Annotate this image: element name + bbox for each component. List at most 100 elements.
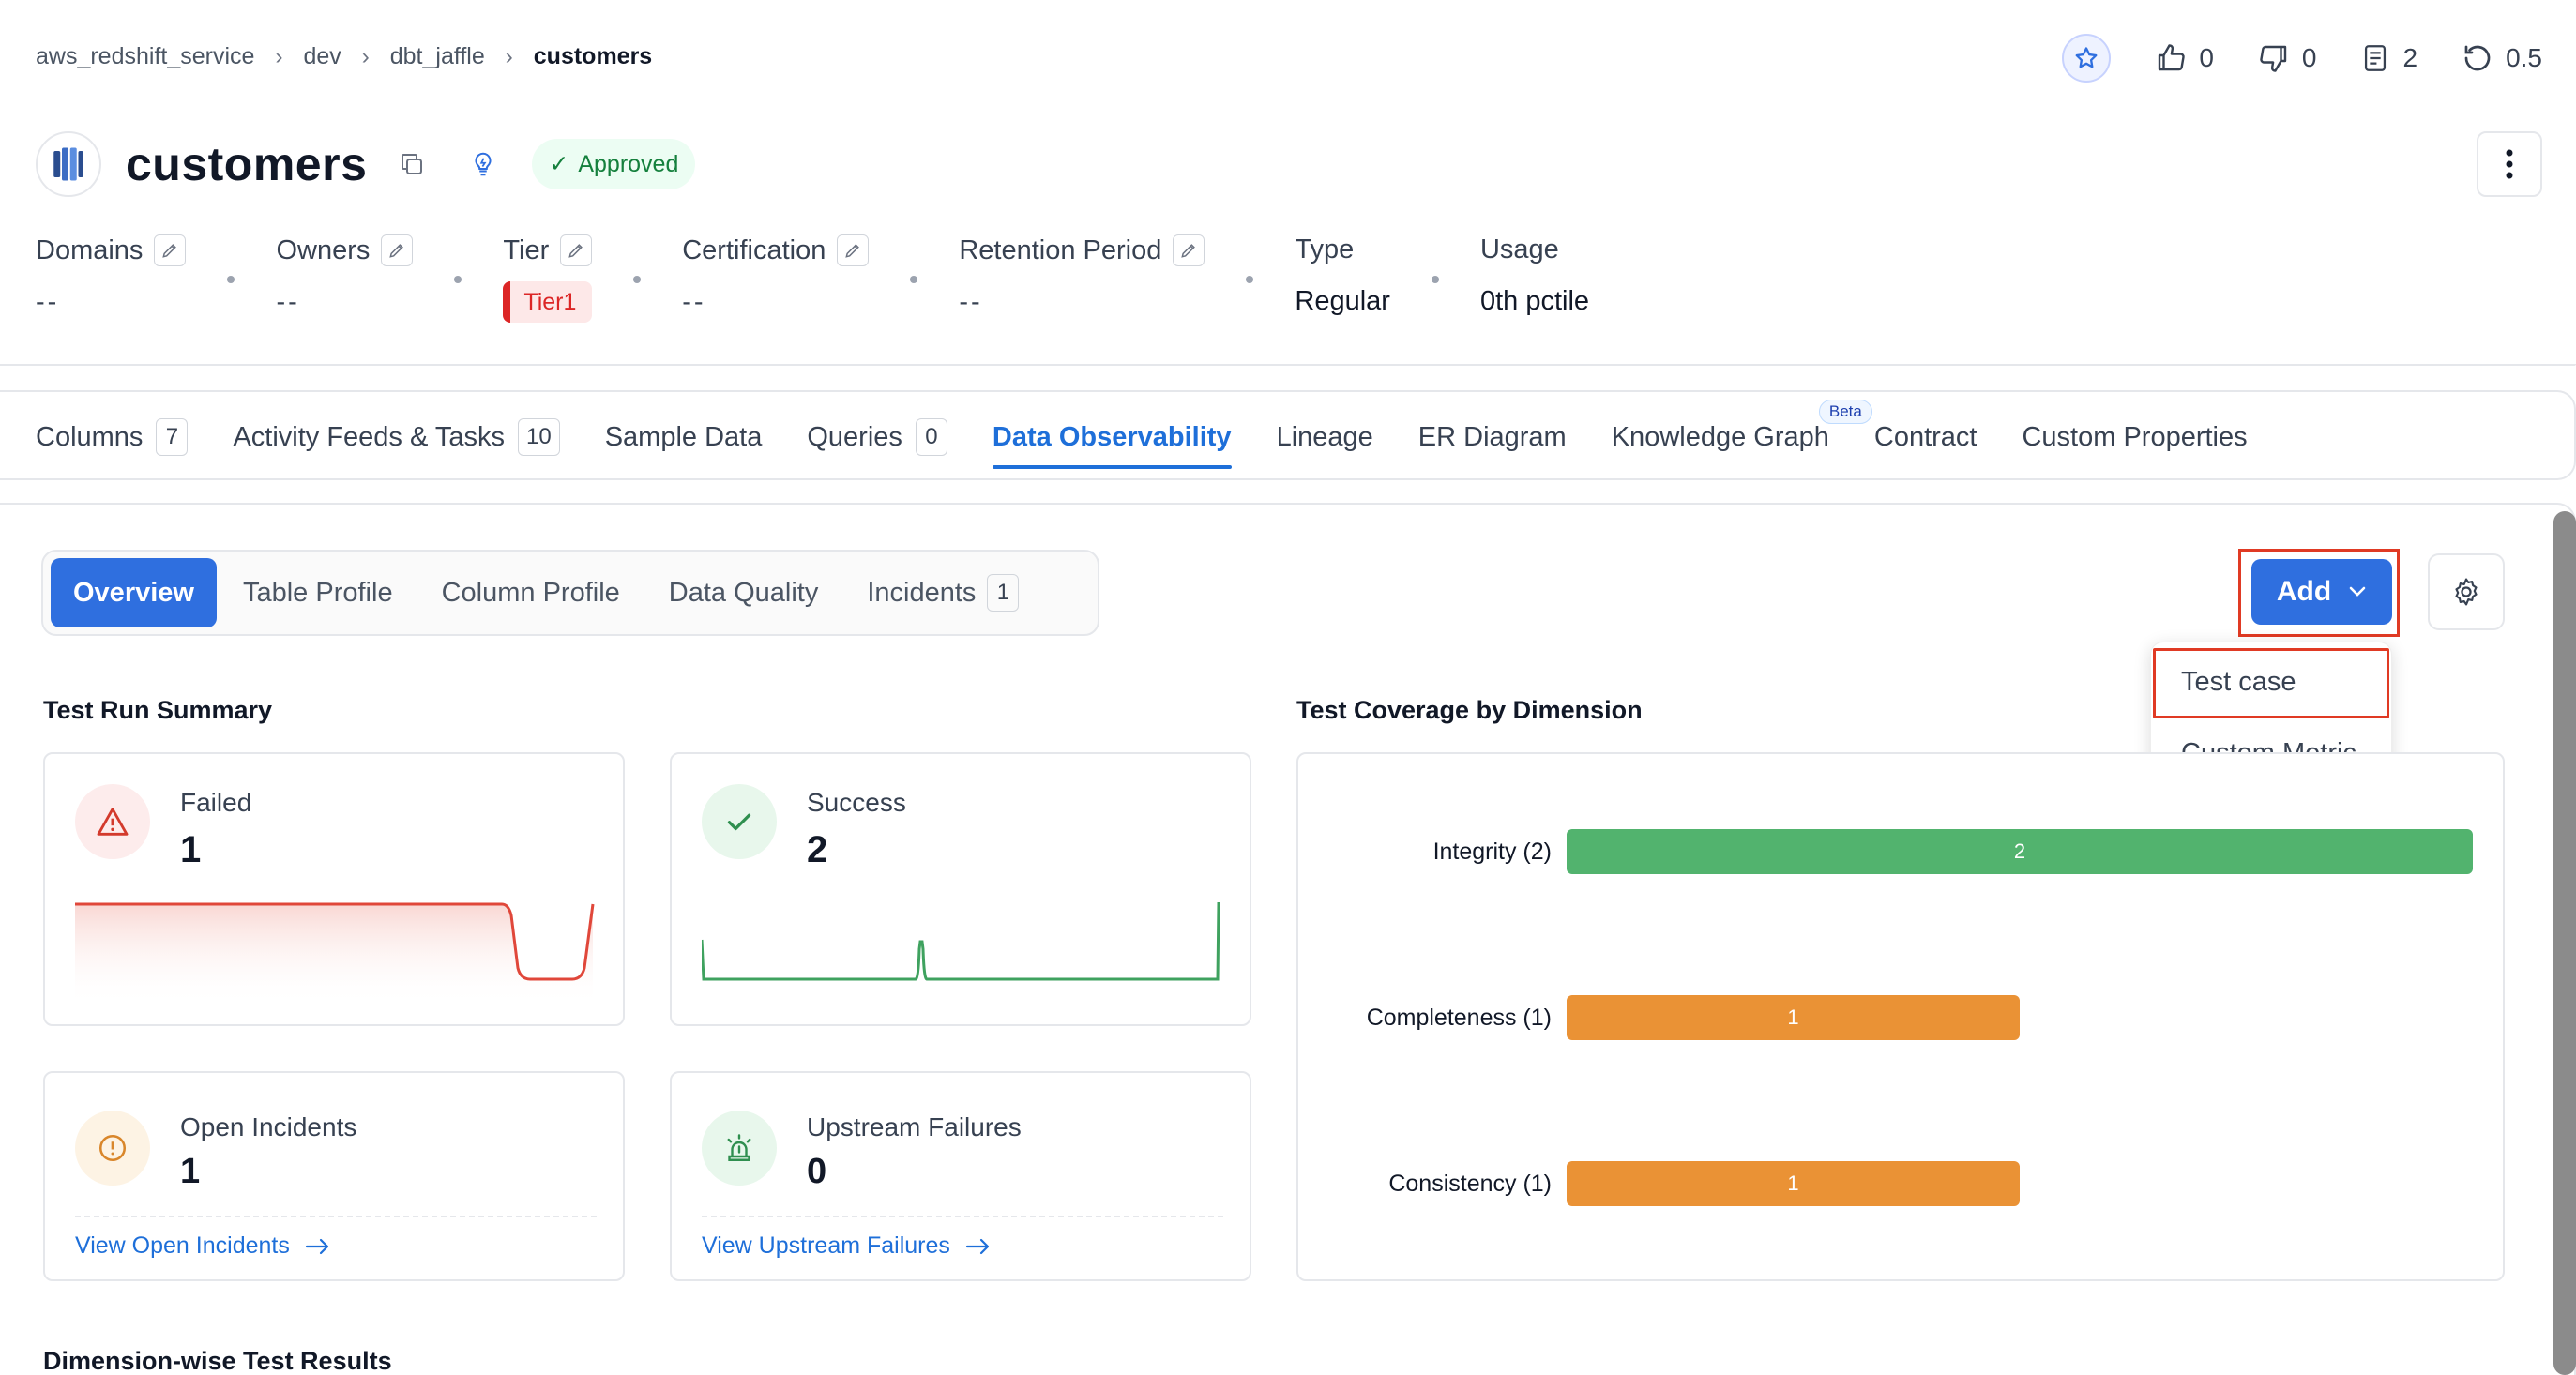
edit-certification-button[interactable] bbox=[837, 234, 870, 266]
view-upstream-failures-link[interactable]: View Upstream Failures bbox=[702, 1232, 992, 1260]
meta-owners: Owners -- bbox=[276, 234, 414, 318]
meta-usage: Usage 0th pctile bbox=[1480, 234, 1589, 317]
breadcrumb-item-service[interactable]: aws_redshift_service bbox=[36, 43, 254, 70]
tab-contract[interactable]: Contract bbox=[1874, 392, 1977, 482]
failed-label: Failed bbox=[180, 788, 252, 817]
pencil-icon bbox=[568, 244, 583, 258]
sub-tab-incidents[interactable]: Incidents 1 bbox=[844, 558, 1041, 627]
version-button[interactable]: 0.5 bbox=[2461, 41, 2542, 75]
tab-sample-data[interactable]: Sample Data bbox=[605, 392, 763, 482]
edit-tier-button[interactable] bbox=[560, 234, 593, 266]
kebab-menu-icon bbox=[2506, 149, 2513, 179]
tab-lineage[interactable]: Lineage bbox=[1277, 392, 1373, 482]
separator-dot bbox=[227, 276, 235, 283]
add-button[interactable]: Add bbox=[2251, 559, 2392, 625]
coverage-bar-value: 1 bbox=[1787, 1171, 1799, 1195]
sub-tab-label: Incidents bbox=[867, 577, 977, 608]
tab-knowledge-graph[interactable]: Knowledge Graph Beta bbox=[1612, 392, 1872, 482]
tab-columns[interactable]: Columns 7 bbox=[36, 392, 189, 482]
view-open-incidents-link[interactable]: View Open Incidents bbox=[75, 1232, 331, 1260]
chevron-down-icon bbox=[2349, 586, 2366, 597]
arrow-right-icon bbox=[965, 1238, 990, 1254]
meta-label: Tier bbox=[503, 234, 550, 265]
meta-certification: Certification -- bbox=[682, 234, 870, 318]
tab-label: Queries bbox=[807, 421, 902, 452]
tab-bar: Columns 7 Activity Feeds & Tasks 10 Samp… bbox=[0, 390, 2576, 480]
pencil-icon bbox=[162, 244, 177, 258]
failed-card: Failed 1 bbox=[43, 752, 625, 1026]
more-options-button[interactable] bbox=[2477, 131, 2542, 197]
meta-type: Type Regular bbox=[1295, 234, 1390, 317]
separator-dot bbox=[910, 276, 918, 283]
chevron-right-icon: › bbox=[361, 43, 370, 69]
pencil-icon bbox=[389, 244, 404, 258]
copy-icon[interactable] bbox=[395, 147, 429, 181]
warning-triangle-icon bbox=[75, 784, 150, 859]
scrollbar[interactable] bbox=[2553, 511, 2576, 1375]
coverage-bar[interactable]: 2 bbox=[1567, 829, 2473, 874]
sub-tab-data-quality[interactable]: Data Quality bbox=[646, 558, 841, 627]
success-card: Success 2 bbox=[670, 752, 1251, 1026]
coverage-category-label: Completeness (1) bbox=[1366, 1005, 1552, 1031]
star-icon bbox=[2075, 47, 2098, 68]
siren-icon bbox=[702, 1111, 777, 1186]
coverage-bar[interactable]: 1 bbox=[1567, 995, 2020, 1040]
link-text: View Open Incidents bbox=[75, 1232, 290, 1259]
upstream-failures-card: Upstream Failures 0 View Upstream Failur… bbox=[670, 1071, 1251, 1281]
like-button[interactable]: 0 bbox=[2154, 41, 2214, 75]
meta-label: Domains bbox=[36, 234, 144, 265]
test-case-highlight bbox=[2153, 648, 2389, 718]
sub-tab-overview[interactable]: Overview bbox=[51, 558, 217, 627]
pencil-icon bbox=[845, 244, 860, 258]
success-label: Success bbox=[807, 788, 906, 817]
separator-dot bbox=[633, 276, 642, 283]
meta-label: Retention Period bbox=[959, 234, 1162, 265]
tab-count: 7 bbox=[156, 418, 189, 456]
test-run-summary-title: Test Run Summary bbox=[43, 696, 273, 724]
coverage-bar[interactable]: 1 bbox=[1567, 1161, 2020, 1206]
tab-label: Columns bbox=[36, 421, 144, 452]
separator-dot bbox=[1431, 276, 1439, 283]
follow-button[interactable] bbox=[2062, 34, 2112, 83]
tab-custom-properties[interactable]: Custom Properties bbox=[2022, 392, 2247, 482]
dislike-count: 0 bbox=[2301, 43, 2317, 72]
tab-activity-feeds[interactable]: Activity Feeds & Tasks 10 bbox=[233, 392, 560, 482]
lightbulb-icon[interactable] bbox=[466, 147, 500, 181]
settings-button[interactable] bbox=[2428, 553, 2505, 630]
sub-tab-table-profile[interactable]: Table Profile bbox=[220, 558, 416, 627]
edit-retention-button[interactable] bbox=[1173, 234, 1205, 266]
meta-value: 0th pctile bbox=[1479, 286, 1590, 316]
failed-value: 1 bbox=[180, 829, 202, 870]
tab-count: 0 bbox=[915, 418, 947, 456]
entity-header: customers ✓ Approved bbox=[36, 131, 696, 197]
edit-owners-button[interactable] bbox=[381, 234, 414, 266]
entity-actions: 0 0 2 0.5 bbox=[2062, 34, 2542, 83]
page-title: customers bbox=[126, 138, 368, 190]
tab-data-observability[interactable]: Data Observability bbox=[992, 392, 1232, 482]
tab-queries[interactable]: Queries 0 bbox=[807, 392, 947, 482]
upstream-failures-label: Upstream Failures bbox=[807, 1112, 1022, 1141]
edit-domains-button[interactable] bbox=[154, 234, 187, 266]
status-text: Approved bbox=[578, 150, 679, 177]
like-count: 0 bbox=[2199, 43, 2214, 72]
tab-count: 10 bbox=[518, 418, 560, 456]
check-icon bbox=[702, 784, 777, 859]
tab-label: Data Observability bbox=[992, 421, 1232, 452]
redshift-logo-icon bbox=[36, 131, 101, 197]
tab-label: ER Diagram bbox=[1417, 421, 1567, 452]
dislike-button[interactable]: 0 bbox=[2257, 41, 2317, 75]
dimension-results-title: Dimension-wise Test Results bbox=[43, 1347, 392, 1375]
meta-tier: Tier Tier1 bbox=[503, 234, 593, 323]
open-incidents-label: Open Incidents bbox=[180, 1112, 357, 1141]
docs-button[interactable]: 2 bbox=[2359, 41, 2417, 75]
tab-er-diagram[interactable]: ER Diagram bbox=[1418, 392, 1567, 482]
sub-tab-label: Column Profile bbox=[441, 577, 620, 608]
breadcrumb-item-schema[interactable]: dbt_jaffle bbox=[390, 43, 485, 70]
meta-label: Type bbox=[1295, 234, 1355, 264]
separator-dot bbox=[1246, 276, 1254, 283]
breadcrumb-item-database[interactable]: dev bbox=[303, 43, 341, 70]
sub-tab-column-profile[interactable]: Column Profile bbox=[419, 558, 643, 627]
breadcrumb-current: customers bbox=[533, 43, 653, 69]
open-incidents-card: Open Incidents 1 View Open Incidents bbox=[43, 1071, 625, 1281]
coverage-bar-value: 2 bbox=[2013, 839, 2026, 863]
